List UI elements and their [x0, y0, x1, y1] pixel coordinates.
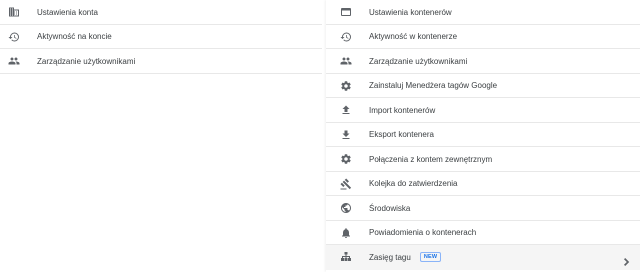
container-icon: [340, 6, 352, 18]
account-settings-item[interactable]: Ustawienia konta: [0, 0, 322, 25]
export-container-label: Eksport kontenera: [369, 130, 434, 140]
history-icon: [8, 31, 20, 43]
install-gtm-label: Zainstaluj Menedżera tagów Google: [369, 81, 498, 91]
external-account-links-item[interactable]: Połączenia z kontem zewnętrznym: [326, 147, 640, 172]
gear-icon: [340, 153, 352, 165]
building-icon: [8, 6, 20, 18]
people-icon: [340, 55, 352, 67]
environments-item[interactable]: Środowiska: [326, 196, 640, 221]
container-notifications-item[interactable]: Powiadomienia o kontenerach: [326, 221, 640, 246]
external-account-links-label: Połączenia z kontem zewnętrznym: [369, 154, 493, 164]
bell-icon: [340, 227, 352, 239]
gear-icon: [340, 80, 352, 92]
container-settings-label: Ustawienia kontenerów: [369, 7, 452, 17]
container-user-management-item[interactable]: Zarządzanie użytkownikami: [326, 49, 640, 74]
account-admin-panel: Ustawienia konta Aktywność na koncie Zar…: [0, 0, 322, 74]
download-icon: [340, 129, 352, 141]
import-container-item[interactable]: Import kontenerów: [326, 98, 640, 123]
container-admin-panel: Ustawienia kontenerów Aktywność w konten…: [326, 0, 640, 272]
account-activity-item[interactable]: Aktywność na koncie: [0, 25, 322, 50]
approval-queue-label: Kolejka do zatwierdzenia: [369, 179, 458, 189]
tag-coverage-item[interactable]: Zasięg tagu NEW: [326, 245, 640, 270]
chevron-right-icon[interactable]: [624, 253, 630, 267]
people-icon: [8, 55, 20, 67]
container-user-management-label: Zarządzanie użytkownikami: [369, 56, 468, 66]
new-badge: NEW: [419, 252, 442, 263]
account-user-management-item[interactable]: Zarządzanie użytkownikami: [0, 49, 322, 74]
gavel-icon: [340, 178, 352, 190]
container-activity-label: Aktywność w kontenerze: [369, 32, 458, 42]
tag-coverage-label: Zasięg tagu: [369, 252, 411, 262]
globe-icon: [340, 202, 352, 214]
import-container-label: Import kontenerów: [369, 105, 436, 115]
upload-icon: [340, 104, 352, 116]
account-user-management-label: Zarządzanie użytkownikami: [37, 56, 136, 66]
environments-label: Środowiska: [369, 203, 411, 213]
sitemap-icon: [340, 251, 352, 263]
account-activity-label: Aktywność na koncie: [37, 32, 112, 42]
container-activity-item[interactable]: Aktywność w kontenerze: [326, 25, 640, 50]
account-settings-label: Ustawienia konta: [37, 7, 98, 17]
container-settings-item[interactable]: Ustawienia kontenerów: [326, 0, 640, 25]
history-icon: [340, 31, 352, 43]
install-gtm-item[interactable]: Zainstaluj Menedżera tagów Google: [326, 74, 640, 99]
approval-queue-item[interactable]: Kolejka do zatwierdzenia: [326, 172, 640, 197]
container-notifications-label: Powiadomienia o kontenerach: [369, 228, 477, 238]
export-container-item[interactable]: Eksport kontenera: [326, 123, 640, 148]
